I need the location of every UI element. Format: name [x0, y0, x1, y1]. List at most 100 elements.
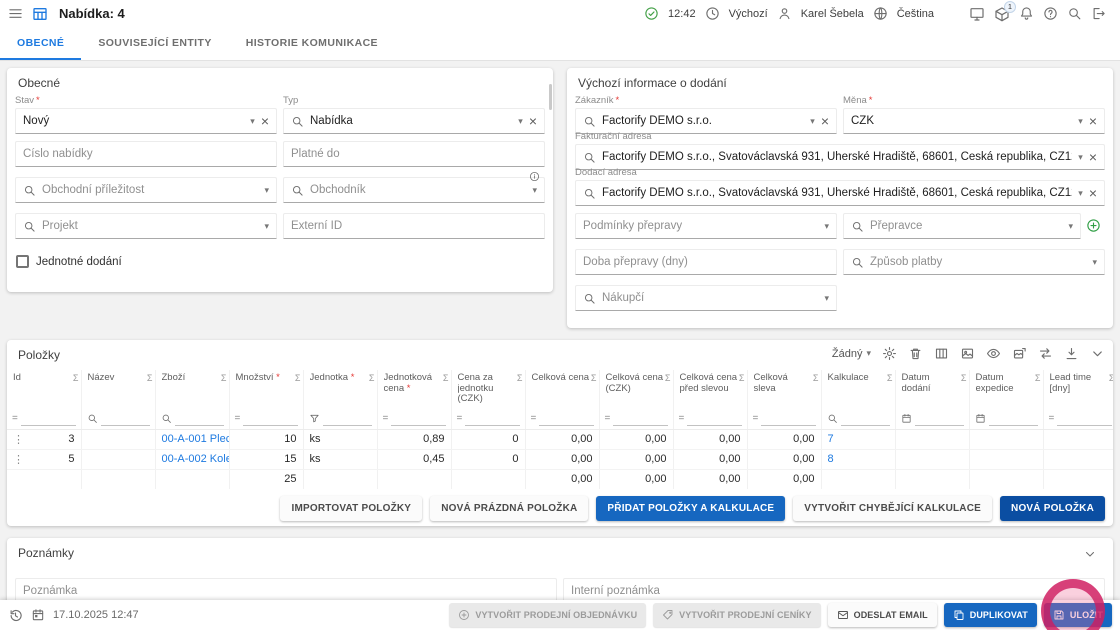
table-row[interactable]: ⋮3 00-A-001 Plech 10 ks 0,89 0 0,00 0,00… — [7, 429, 1113, 450]
user-name[interactable]: Karel Šebela — [801, 8, 864, 20]
dodaci-adresa-field[interactable]: Dodací adresa Factorify DEMO s.r.o., Sva… — [575, 167, 1105, 206]
collapse-icon[interactable] — [1090, 346, 1105, 361]
sum-icon[interactable]: Σ — [1109, 373, 1113, 383]
sum-icon[interactable]: Σ — [73, 373, 79, 383]
equals-filter-icon[interactable]: = — [679, 413, 685, 424]
settings-icon[interactable] — [882, 346, 897, 361]
drag-handle-icon[interactable]: ⋮ — [13, 453, 24, 466]
cislo-nabidky-field[interactable] — [15, 141, 277, 167]
globe-icon[interactable] — [873, 6, 888, 21]
calendar-filter-icon[interactable] — [901, 413, 912, 424]
chevron-down-icon[interactable]: ▾ — [250, 116, 255, 126]
tab-obecne[interactable]: OBECNÉ — [0, 27, 82, 60]
search-filter-icon[interactable] — [87, 413, 98, 424]
sum-icon[interactable]: Σ — [147, 373, 153, 383]
typ-field[interactable]: Typ Nabídka ▾ × — [283, 95, 545, 134]
filter-input-celkova-cena-czk[interactable] — [613, 410, 668, 426]
new-empty-item-button[interactable]: NOVÁ PRÁZDNÁ POLOŽKA — [430, 496, 589, 521]
clock-icon[interactable] — [705, 6, 720, 21]
swap-horizontal-icon[interactable] — [1038, 346, 1053, 361]
chevron-down-icon[interactable]: ▾ — [1068, 221, 1073, 231]
help-icon[interactable] — [1043, 6, 1058, 21]
notifications-package[interactable]: 1 — [994, 0, 1016, 22]
add-items-and-calculations-button[interactable]: PŘIDAT POLOŽKY A KALKULACE — [596, 496, 786, 521]
filter-input-mnozstvi[interactable] — [243, 410, 298, 426]
image-icon[interactable] — [960, 346, 975, 361]
jednotne-dodani-row[interactable]: Jednotné dodání — [16, 255, 122, 268]
clear-icon[interactable]: × — [1089, 114, 1097, 128]
chevron-down-icon[interactable]: ▾ — [1078, 116, 1083, 126]
zbozi-link[interactable]: 00-A-002 Kolečko — [162, 453, 229, 465]
collapse-icon[interactable] — [1083, 547, 1097, 561]
gallery-icon[interactable] — [1012, 346, 1027, 361]
zakaznik-field[interactable]: Zákazník * Factorify DEMO s.r.o. ▾ × — [575, 95, 837, 134]
add-circle-icon[interactable] — [1086, 218, 1101, 233]
display-icon[interactable] — [969, 6, 985, 22]
clear-icon[interactable]: × — [1089, 150, 1097, 164]
create-sales-order-button[interactable]: VYTVOŘIT PRODEJNÍ OBJEDNÁVKU — [449, 603, 647, 627]
cislo-nabidky-input[interactable] — [15, 141, 277, 167]
filter-input-kalkulace[interactable] — [840, 410, 890, 426]
table-row[interactable]: ⋮5 00-A-002 Kolečko 15 ks 0,45 0 0,00 0,… — [7, 449, 1113, 470]
sum-icon[interactable]: Σ — [221, 373, 227, 383]
sum-icon[interactable]: Σ — [813, 373, 819, 383]
drag-handle-icon[interactable]: ⋮ — [13, 433, 24, 446]
sum-icon[interactable]: Σ — [295, 373, 301, 383]
clear-icon[interactable]: × — [821, 114, 829, 128]
search-filter-icon[interactable] — [161, 413, 172, 424]
send-email-button[interactable]: ODESLAT EMAIL — [827, 603, 937, 627]
obchodnik-field[interactable]: Obchodník ▾ — [283, 177, 545, 203]
jednotne-dodani-checkbox[interactable] — [16, 255, 29, 268]
filter-input-lead-time[interactable] — [1057, 410, 1112, 426]
chevron-down-icon[interactable]: ▾ — [810, 116, 815, 126]
equals-filter-icon[interactable]: = — [1049, 413, 1055, 424]
equals-filter-icon[interactable]: = — [12, 413, 18, 424]
sum-icon[interactable]: Σ — [739, 373, 745, 383]
create-missing-calculations-button[interactable]: VYTVOŘIT CHYBĚJÍCÍ KALKULACE — [793, 496, 993, 521]
filter-input-id[interactable] — [20, 410, 76, 426]
chevron-down-icon[interactable]: ▾ — [532, 185, 537, 195]
clear-icon[interactable]: × — [261, 114, 269, 128]
sum-icon[interactable]: Σ — [369, 373, 375, 383]
scrollbar-thumb[interactable] — [549, 84, 552, 110]
fakturacni-adresa-field[interactable]: Fakturační adresa Factorify DEMO s.r.o.,… — [575, 131, 1105, 170]
import-items-button[interactable]: IMPORTOVAT POLOŽKY — [280, 496, 423, 521]
tab-souvisejici-entity[interactable]: SOUVISEJÍCÍ ENTITY — [81, 27, 228, 60]
equals-filter-icon[interactable]: = — [531, 413, 537, 424]
bell-icon[interactable] — [1019, 6, 1034, 21]
tab-historie-komunikace[interactable]: HISTORIE KOMUNIKACE — [229, 27, 395, 60]
chevron-down-icon[interactable]: ▾ — [824, 221, 829, 231]
language-selector[interactable]: Čeština — [897, 8, 934, 20]
equals-filter-icon[interactable]: = — [235, 413, 241, 424]
clear-icon[interactable]: × — [1089, 186, 1097, 200]
filter-input-datum-dodani[interactable] — [914, 410, 964, 426]
equals-filter-icon[interactable]: = — [457, 413, 463, 424]
kalkulace-link[interactable]: 7 — [828, 433, 834, 445]
create-price-lists-button[interactable]: VYTVOŘIT PRODEJNÍ CENÍKY — [653, 603, 821, 627]
user-icon[interactable] — [777, 6, 792, 21]
sum-icon[interactable]: Σ — [517, 373, 523, 383]
filter-input-pred-slevou[interactable] — [687, 410, 742, 426]
nakupci-field[interactable]: Nákupčí ▾ — [575, 285, 837, 311]
externi-id-input[interactable] — [283, 213, 545, 239]
download-icon[interactable] — [1064, 346, 1079, 361]
equals-filter-icon[interactable]: = — [383, 413, 389, 424]
chevron-down-icon[interactable]: ▾ — [518, 116, 523, 126]
obchodni-prilezitost-field[interactable]: Obchodní příležitost ▾ — [15, 177, 277, 203]
filter-input-jednotkova-cena[interactable] — [391, 410, 446, 426]
save-button[interactable]: ULOŽIT — [1043, 603, 1112, 627]
menu-icon[interactable] — [8, 6, 23, 21]
clear-icon[interactable]: × — [529, 114, 537, 128]
funnel-filter-icon[interactable] — [309, 413, 320, 424]
filter-input-nazev[interactable] — [100, 410, 150, 426]
externi-id-field[interactable] — [283, 213, 545, 239]
sum-icon[interactable]: Σ — [961, 373, 967, 383]
history-icon[interactable] — [8, 608, 23, 623]
chevron-down-icon[interactable]: ▾ — [264, 221, 269, 231]
visibility-icon[interactable] — [986, 346, 1001, 361]
calendar-filter-icon[interactable] — [975, 413, 986, 424]
sum-icon[interactable]: Σ — [665, 373, 671, 383]
platne-do-input[interactable] — [283, 141, 545, 167]
prepravce-field[interactable]: Přepravce ▾ — [843, 213, 1081, 239]
filter-input-datum-expedice[interactable] — [988, 410, 1038, 426]
